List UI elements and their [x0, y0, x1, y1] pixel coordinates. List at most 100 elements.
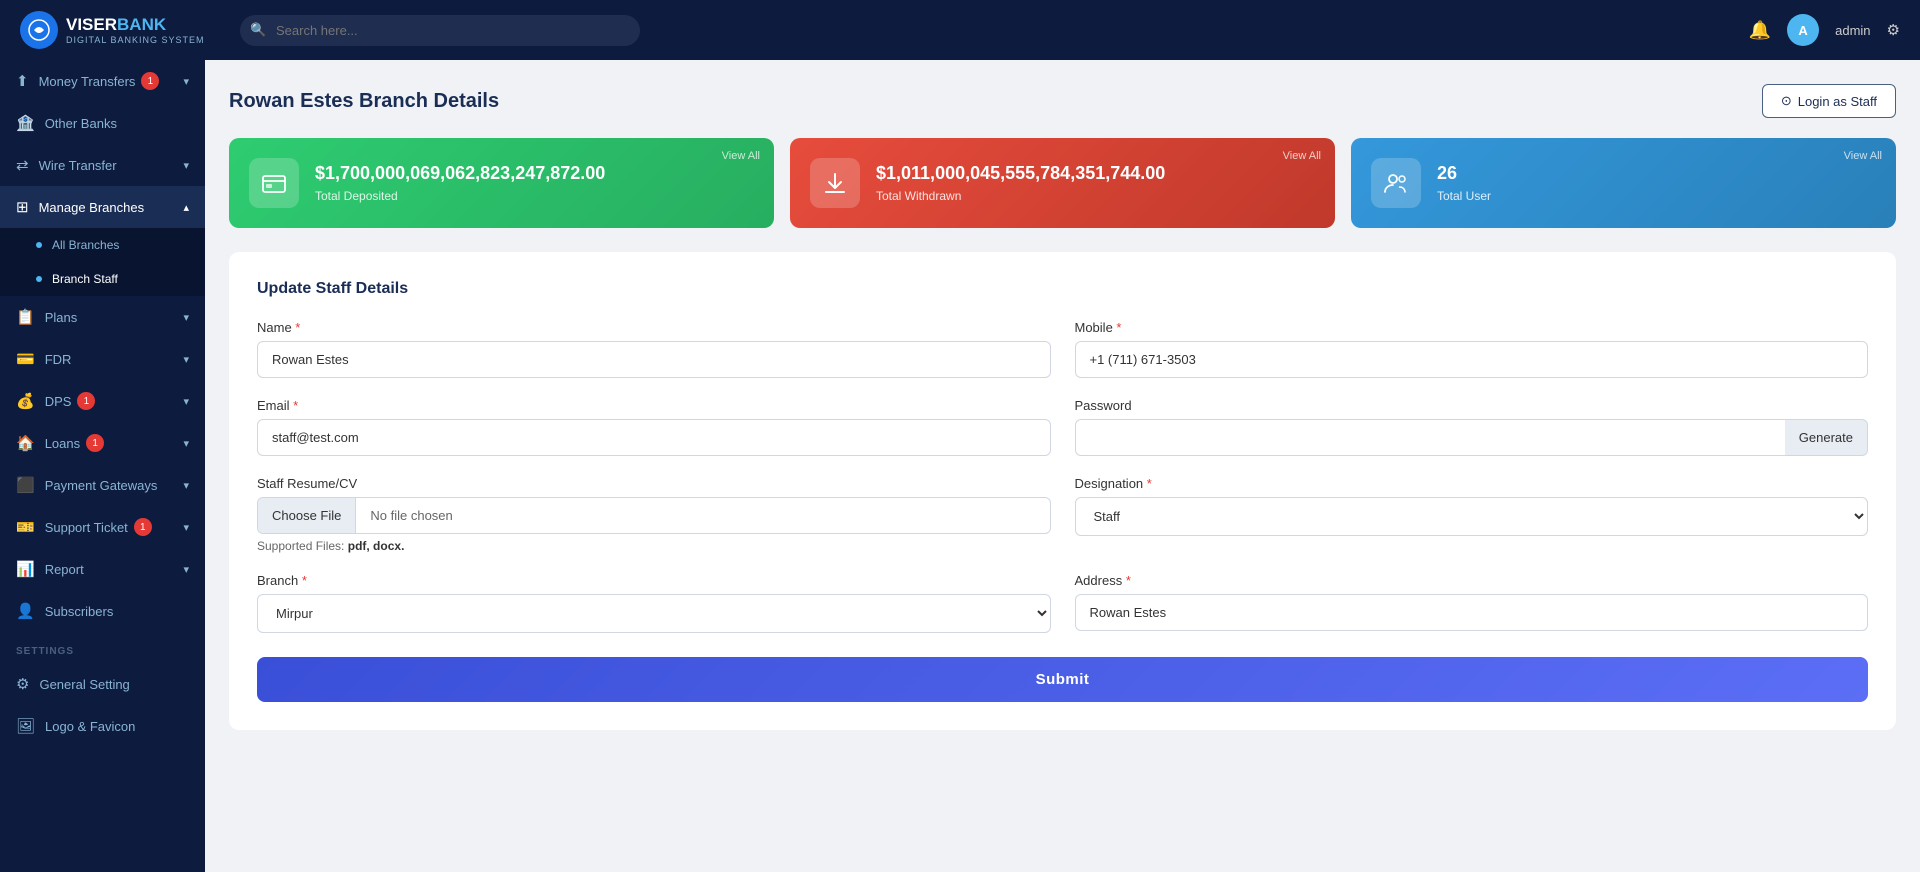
sidebar-submenu-manage-branches: All Branches Branch Staff: [0, 228, 205, 296]
report-icon: 📊: [16, 560, 35, 578]
sidebar-item-logo-favicon[interactable]: 🖼 Logo & Favicon: [0, 705, 205, 747]
name-label: Name *: [257, 320, 1051, 335]
sidebar-item-label: Manage Branches: [39, 200, 145, 215]
login-as-staff-button[interactable]: ⊙ Login as Staff: [1762, 84, 1896, 118]
deposited-view-all[interactable]: View All: [722, 150, 760, 162]
form-group-address: Address *: [1075, 573, 1869, 633]
sidebar-item-general-setting[interactable]: ⚙ General Setting: [0, 663, 205, 705]
sidebar-item-manage-branches[interactable]: ⊞ Manage Branches ▴: [0, 186, 205, 228]
settings-gear-icon[interactable]: ⚙: [1887, 21, 1900, 39]
total-user-icon: [1371, 158, 1421, 208]
form-group-password: Password Generate: [1075, 398, 1869, 456]
sidebar-item-money-transfers[interactable]: ⬆ Money Transfers 1 ▾: [0, 60, 205, 102]
email-input[interactable]: [257, 419, 1051, 456]
manage-branches-icon: ⊞: [16, 198, 29, 216]
withdrawn-view-all[interactable]: View All: [1283, 150, 1321, 162]
money-transfers-icon: ⬆: [16, 72, 29, 90]
admin-name: admin: [1835, 23, 1870, 38]
withdrawn-icon: [810, 158, 860, 208]
fdr-icon: 💳: [16, 350, 35, 368]
sidebar-item-support-ticket[interactable]: 🎫 Support Ticket 1 ▾: [0, 506, 205, 548]
logo-favicon-icon: 🖼: [16, 717, 35, 735]
submit-row: Submit: [257, 657, 1868, 702]
search-icon: 🔍: [250, 22, 266, 38]
form-group-email: Email *: [257, 398, 1051, 456]
form-row-4: Branch * Mirpur Dhaka Chittagong Address…: [257, 573, 1868, 633]
sidebar-item-label: General Setting: [39, 677, 129, 692]
avatar: A: [1787, 14, 1819, 46]
login-staff-label: Login as Staff: [1798, 94, 1877, 109]
password-label: Password: [1075, 398, 1869, 413]
sidebar-item-label: Payment Gateways: [45, 478, 158, 493]
logo-subtitle: DIGITAL BANKING SYSTEM: [66, 35, 205, 45]
generate-password-button[interactable]: Generate: [1785, 419, 1868, 456]
notification-bell-icon[interactable]: 🔔: [1749, 20, 1771, 41]
designation-label: Designation *: [1075, 476, 1869, 491]
mobile-input[interactable]: [1075, 341, 1869, 378]
sidebar-sub-label: Branch Staff: [52, 272, 118, 286]
update-staff-form: Update Staff Details Name * Mobile *: [229, 252, 1896, 730]
sidebar-item-report[interactable]: 📊 Report ▾: [0, 548, 205, 590]
address-input[interactable]: [1075, 594, 1869, 631]
sidebar-item-dps[interactable]: 💰 DPS 1 ▾: [0, 380, 205, 422]
mobile-label: Mobile *: [1075, 320, 1869, 335]
stats-row: $1,700,000,069,062,823,247,872.00 Total …: [229, 138, 1896, 228]
sidebar-item-payment-gateways[interactable]: ⬛ Payment Gateways ▾: [0, 464, 205, 506]
withdrawn-value: $1,011,000,045,555,784,351,744.00: [876, 163, 1315, 185]
chevron-down-icon: ▾: [183, 353, 189, 366]
chevron-down-icon: ▾: [183, 159, 189, 172]
sidebar-item-label: Money Transfers: [39, 74, 136, 89]
sidebar-item-fdr[interactable]: 💳 FDR ▾: [0, 338, 205, 380]
submit-button[interactable]: Submit: [257, 657, 1868, 702]
payment-gateways-icon: ⬛: [16, 476, 35, 494]
form-group-resume: Staff Resume/CV Choose File No file chos…: [257, 476, 1051, 553]
form-group-branch: Branch * Mirpur Dhaka Chittagong: [257, 573, 1051, 633]
search-bar: 🔍: [240, 15, 640, 46]
sidebar-item-wire-transfer[interactable]: ⇄ Wire Transfer ▾: [0, 144, 205, 186]
designation-select[interactable]: Staff Manager Admin: [1075, 497, 1869, 536]
wire-transfer-icon: ⇄: [16, 156, 29, 174]
total-user-view-all[interactable]: View All: [1844, 150, 1882, 162]
sidebar-item-label: Report: [45, 562, 84, 577]
branch-select[interactable]: Mirpur Dhaka Chittagong: [257, 594, 1051, 633]
search-input[interactable]: [240, 15, 640, 46]
other-banks-icon: 🏦: [16, 114, 35, 132]
dot-icon: [36, 242, 42, 248]
sidebar-item-label: Plans: [45, 310, 78, 325]
deposited-icon: [249, 158, 299, 208]
sidebar-item-other-banks[interactable]: 🏦 Other Banks: [0, 102, 205, 144]
sidebar-item-label: Loans: [45, 436, 80, 451]
chevron-up-icon: ▴: [183, 201, 189, 214]
sidebar-item-label: Logo & Favicon: [45, 719, 135, 734]
chevron-down-icon: ▾: [183, 395, 189, 408]
sidebar-item-all-branches[interactable]: All Branches: [0, 228, 205, 262]
plans-icon: 📋: [16, 308, 35, 326]
loans-badge: 1: [86, 434, 104, 452]
support-badge: 1: [134, 518, 152, 536]
sidebar-item-loans[interactable]: 🏠 Loans 1 ▾: [0, 422, 205, 464]
chevron-down-icon: ▾: [183, 311, 189, 324]
branch-label: Branch *: [257, 573, 1051, 588]
chevron-down-icon: ▾: [183, 75, 189, 88]
choose-file-button[interactable]: Choose File: [258, 498, 356, 533]
file-name-display: No file chosen: [356, 498, 1049, 533]
sidebar-item-branch-staff[interactable]: Branch Staff: [0, 262, 205, 296]
sidebar-item-subscribers[interactable]: 👤 Subscribers: [0, 590, 205, 632]
sidebar-item-label: Subscribers: [45, 604, 114, 619]
sidebar-item-plans[interactable]: 📋 Plans ▾: [0, 296, 205, 338]
subscribers-icon: 👤: [16, 602, 35, 620]
sidebar-item-label: Support Ticket: [45, 520, 128, 535]
chevron-down-icon: ▾: [183, 479, 189, 492]
total-user-label: Total User: [1437, 189, 1876, 203]
password-input[interactable]: [1075, 419, 1785, 456]
chevron-down-icon: ▾: [183, 521, 189, 534]
total-user-value: 26: [1437, 163, 1876, 185]
dps-badge: 1: [77, 392, 95, 410]
main-content: Rowan Estes Branch Details ⊙ Login as St…: [205, 60, 1920, 872]
sidebar-item-label: Other Banks: [45, 116, 117, 131]
form-row-3: Staff Resume/CV Choose File No file chos…: [257, 476, 1868, 553]
form-section-title: Update Staff Details: [257, 280, 1868, 298]
logo-icon: [20, 11, 58, 49]
name-input[interactable]: [257, 341, 1051, 378]
supported-files-text: Supported Files: pdf, docx.: [257, 539, 1051, 553]
